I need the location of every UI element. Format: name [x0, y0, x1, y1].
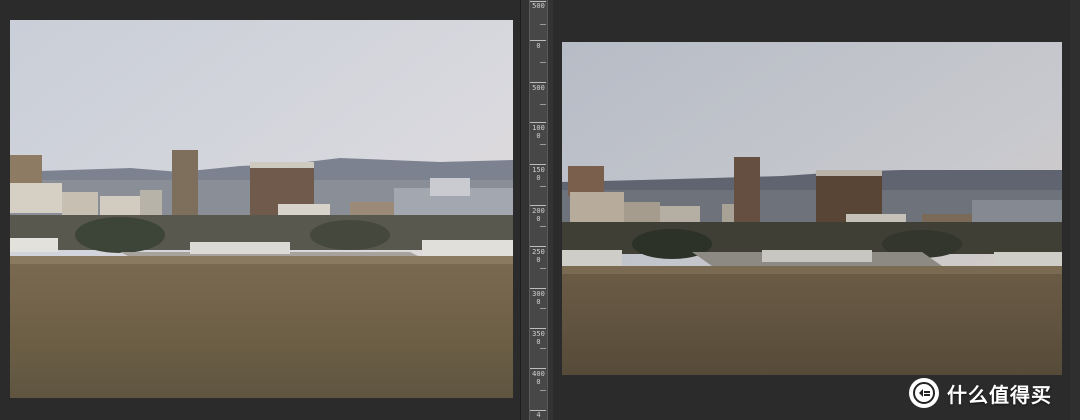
ruler-label: 3000	[532, 290, 545, 306]
ruler-tick	[530, 368, 546, 369]
ruler-label: 1000	[532, 124, 545, 140]
ruler-label: 4000	[532, 370, 545, 386]
left-landscape-photo[interactable]	[10, 20, 513, 398]
ruler-tick	[530, 288, 546, 289]
smzdm-logo-icon	[909, 378, 939, 408]
ruler-label: 2000	[532, 207, 545, 223]
ruler-tick	[540, 308, 546, 309]
ruler-tick	[540, 62, 546, 63]
ruler-label: 3500	[532, 330, 545, 346]
ruler-tick	[540, 144, 546, 145]
vertical-scrollbar[interactable]	[1070, 0, 1080, 420]
vertical-ruler-panel: 500 0 500 1000 1500 2000 2500 3000 3500 …	[520, 0, 555, 420]
ruler-tick	[540, 348, 546, 349]
ruler-label: 4	[536, 411, 541, 419]
right-landscape-photo[interactable]	[562, 42, 1062, 375]
ruler-tick	[530, 246, 546, 247]
ruler-tick	[540, 24, 546, 25]
ruler-tick	[540, 390, 546, 391]
watermark-text: 什么值得买	[947, 382, 1052, 407]
ruler-tick	[530, 164, 546, 165]
ruler-tick	[530, 40, 546, 41]
left-document-canvas[interactable]	[0, 0, 520, 420]
ruler-tick	[540, 268, 546, 269]
ruler-label: 500	[532, 2, 545, 10]
watermark: 什么值得买	[909, 376, 1052, 410]
ruler-tick	[540, 104, 546, 105]
ruler-label: 0	[536, 42, 541, 50]
ruler-tick	[530, 328, 546, 329]
ruler-label: 1500	[532, 166, 545, 182]
landscape-photo-icon	[562, 42, 1062, 375]
ruler-tick	[530, 82, 546, 83]
ruler-tick	[530, 205, 546, 206]
ruler-label: 2500	[532, 248, 545, 264]
vertical-ruler[interactable]: 500 0 500 1000 1500 2000 2500 3000 3500 …	[529, 0, 548, 420]
ruler-tick	[530, 122, 546, 123]
ruler-tick	[540, 226, 546, 227]
landscape-photo-icon	[10, 20, 513, 398]
ruler-label: 500	[532, 84, 545, 92]
ruler-tick	[540, 186, 546, 187]
